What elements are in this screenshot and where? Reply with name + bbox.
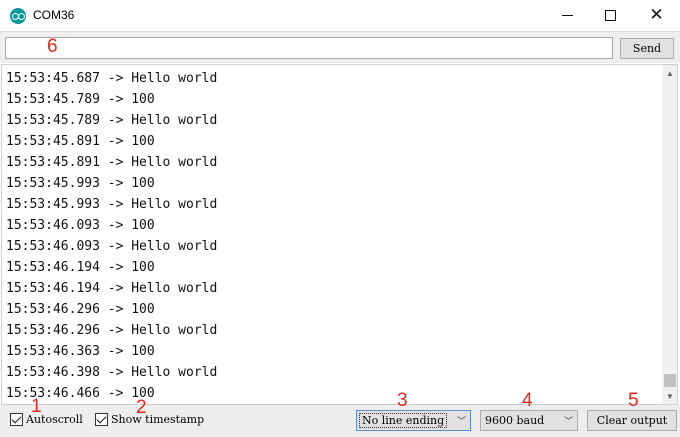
log-line: 15:53:45.993 -> Hello world — [6, 197, 218, 212]
send-bar: Send — [0, 31, 680, 63]
show-timestamp-checkbox[interactable]: Show timestamp — [95, 413, 204, 426]
scroll-thumb[interactable] — [664, 374, 676, 387]
close-button[interactable]: ✕ — [634, 0, 679, 31]
line-ending-value: No line ending — [359, 413, 448, 428]
annotation-2: 2 — [136, 397, 147, 418]
checkmark-icon[interactable] — [95, 413, 108, 426]
chevron-down-icon: ﹀ — [456, 417, 466, 427]
log-line: 15:53:46.466 -> 100 — [6, 386, 155, 401]
close-icon: ✕ — [649, 5, 664, 25]
annotation-3: 3 — [397, 390, 408, 411]
baud-rate-value: 9600 baud — [485, 414, 545, 427]
log-line: 15:53:45.789 -> Hello world — [6, 113, 218, 128]
autoscroll-checkbox[interactable]: Autoscroll — [10, 413, 83, 426]
baud-rate-select[interactable]: 9600 baud ﹀ — [480, 410, 578, 431]
annotation-6: 6 — [47, 36, 58, 57]
send-button[interactable]: Send — [620, 38, 674, 59]
annotation-4: 4 — [522, 390, 533, 411]
bottom-bar: Autoscroll Show timestamp No line ending… — [0, 405, 680, 437]
log-line: 15:53:46.296 -> 100 — [6, 302, 155, 317]
log-line: 15:53:46.363 -> 100 — [6, 344, 155, 359]
log-line: 15:53:45.687 -> Hello world — [6, 71, 218, 86]
checkmark-icon[interactable] — [10, 413, 23, 426]
minimize-icon — [562, 15, 573, 16]
log-line: 15:53:45.891 -> 100 — [6, 134, 155, 149]
log-line: 15:53:45.891 -> Hello world — [6, 155, 218, 170]
log-line: 15:53:46.398 -> Hello world — [6, 365, 218, 380]
arduino-icon — [10, 8, 26, 24]
serial-output[interactable]: 15:53:45.687 -> Hello world 15:53:45.789… — [1, 64, 678, 405]
send-input[interactable] — [5, 37, 613, 59]
line-ending-select[interactable]: No line ending ﹀ — [356, 410, 471, 431]
maximize-button[interactable] — [588, 0, 633, 31]
log-line: 15:53:46.296 -> Hello world — [6, 323, 218, 338]
annotation-5: 5 — [628, 390, 639, 411]
chevron-down-icon: ﹀ — [563, 417, 573, 427]
log-line: 15:53:45.789 -> 100 — [6, 92, 155, 107]
scroll-down-arrow-icon[interactable]: ▼ — [662, 388, 677, 404]
log-line: 15:53:46.194 -> 100 — [6, 260, 155, 275]
annotation-1: 1 — [31, 396, 42, 417]
window-title: COM36 — [33, 8, 75, 22]
log-line: 15:53:46.093 -> 100 — [6, 218, 155, 233]
scroll-up-arrow-icon[interactable]: ▲ — [662, 65, 677, 81]
clear-output-button[interactable]: Clear output — [587, 410, 677, 431]
maximize-icon — [605, 10, 616, 21]
minimize-button[interactable] — [545, 0, 590, 31]
show-timestamp-label: Show timestamp — [111, 413, 205, 426]
log-line: 15:53:45.993 -> 100 — [6, 176, 155, 191]
vertical-scrollbar[interactable]: ▲ ▼ — [662, 65, 677, 404]
title-bar: COM36 ✕ — [0, 0, 680, 31]
log-line: 15:53:46.194 -> Hello world — [6, 281, 218, 296]
log-line: 15:53:46.093 -> Hello world — [6, 239, 218, 254]
